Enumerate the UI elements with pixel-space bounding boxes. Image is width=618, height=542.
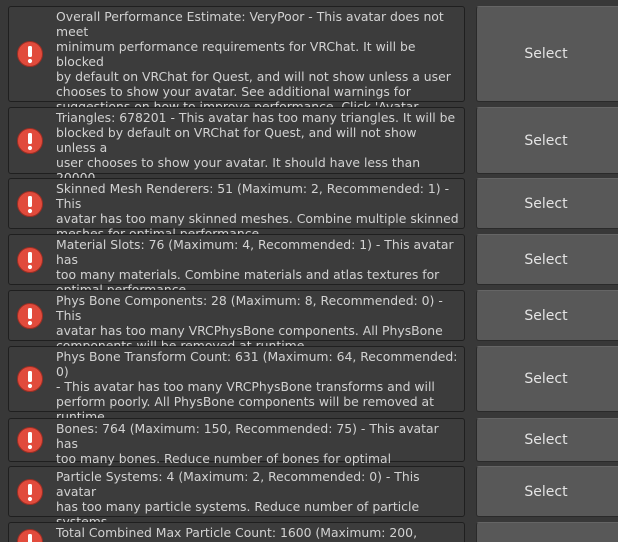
error-icon (17, 529, 43, 542)
error-icon (17, 427, 43, 453)
warning-message-text: Skinned Mesh Renderers: 51 (Maximum: 2, … (56, 181, 459, 241)
select-button[interactable]: Select (476, 6, 618, 102)
warning-message-box: Phys Bone Components: 28 (Maximum: 8, Re… (8, 290, 465, 353)
select-button[interactable]: Select (476, 290, 618, 341)
warning-row: Phys Bone Transform Count: 631 (Maximum:… (0, 346, 618, 424)
warning-message-box: Phys Bone Transform Count: 631 (Maximum:… (8, 346, 465, 424)
select-button[interactable]: Select (476, 346, 618, 412)
select-button[interactable]: Select (476, 107, 618, 174)
warning-row: Particle Systems: 4 (Maximum: 2, Recomme… (0, 466, 618, 542)
warning-row: Overall Performance Estimate: VeryPoor -… (0, 6, 618, 129)
warning-row: Triangles: 678201 - This avatar has too … (0, 107, 618, 200)
select-button[interactable]: Select (476, 178, 618, 229)
error-icon (17, 366, 43, 392)
warning-row: Phys Bone Components: 28 (Maximum: 8, Re… (0, 290, 618, 353)
validation-warning-list[interactable]: Overall Performance Estimate: VeryPoor -… (0, 0, 618, 542)
select-button[interactable]: Select (476, 418, 618, 462)
warning-message-box: Triangles: 678201 - This avatar has too … (8, 107, 465, 200)
warning-message-box: Skinned Mesh Renderers: 51 (Maximum: 2, … (8, 178, 465, 241)
error-icon (17, 478, 43, 505)
warning-message-text: Total Combined Max Particle Count: 1600 … (56, 525, 418, 540)
warning-message-box: Overall Performance Estimate: VeryPoor -… (8, 6, 465, 129)
error-icon (17, 302, 43, 329)
select-button[interactable]: Select (476, 234, 618, 285)
warning-row: Skinned Mesh Renderers: 51 (Maximum: 2, … (0, 178, 618, 241)
error-icon (17, 246, 43, 273)
select-button[interactable] (476, 522, 618, 542)
warning-row: Total Combined Max Particle Count: 1600 … (0, 522, 618, 542)
warning-row: Material Slots: 76 (Maximum: 4, Recommen… (0, 234, 618, 297)
warning-message-box: Material Slots: 76 (Maximum: 4, Recommen… (8, 234, 465, 297)
warning-row: Bones: 764 (Maximum: 150, Recommended: 7… (0, 418, 618, 481)
select-button[interactable]: Select (476, 466, 618, 517)
warning-message-box: Particle Systems: 4 (Maximum: 2, Recomme… (8, 466, 465, 542)
warning-message-text: Phys Bone Transform Count: 631 (Maximum:… (56, 349, 458, 424)
warning-message-text: Phys Bone Components: 28 (Maximum: 8, Re… (56, 293, 443, 353)
warning-message-text: Material Slots: 76 (Maximum: 4, Recommen… (56, 237, 454, 297)
error-icon (17, 190, 43, 217)
error-icon (17, 127, 43, 154)
warning-message-box: Total Combined Max Particle Count: 1600 … (8, 522, 465, 542)
error-icon (17, 41, 43, 67)
warning-message-box: Bones: 764 (Maximum: 150, Recommended: 7… (8, 418, 465, 481)
